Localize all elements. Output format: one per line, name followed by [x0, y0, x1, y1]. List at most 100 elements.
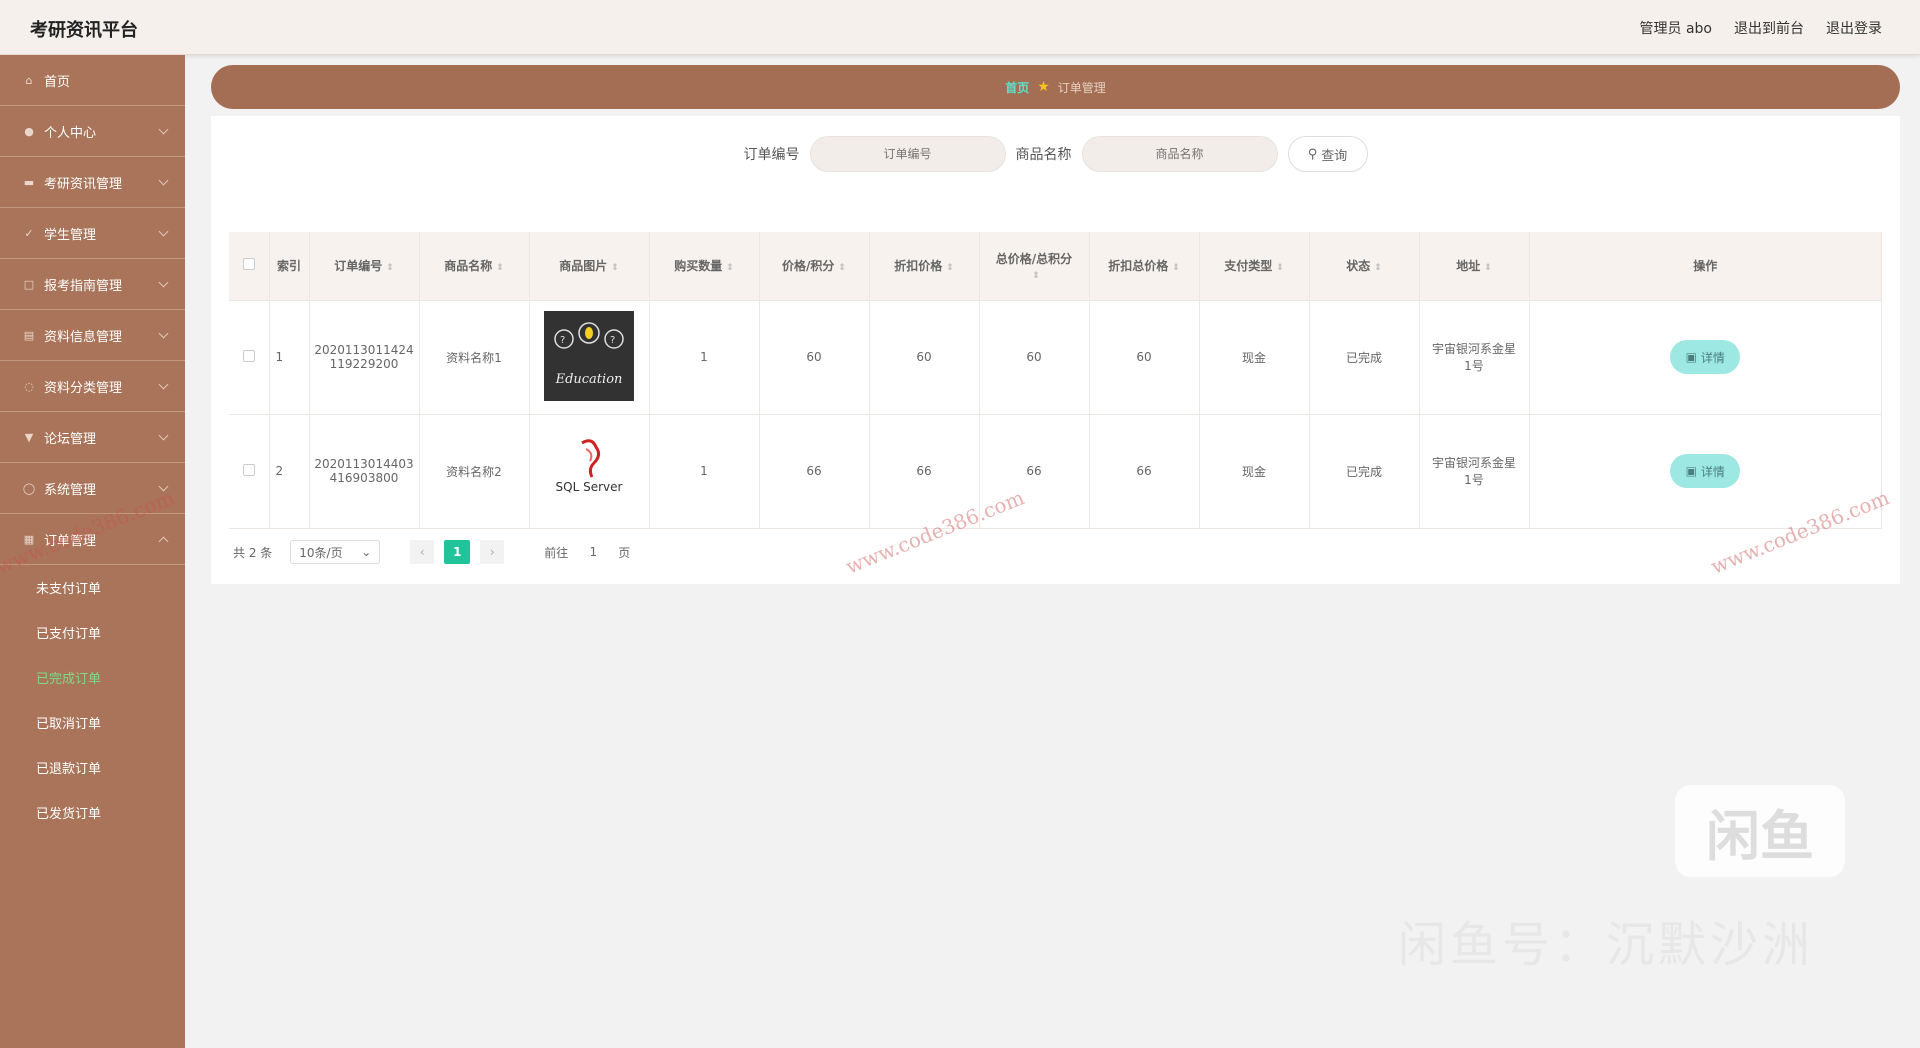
sidebar-item-label: 资料分类管理 — [44, 380, 123, 396]
col-status[interactable]: 状态 ⇕ — [1309, 232, 1420, 301]
col-index: 索引 — [269, 232, 310, 301]
breadcrumb-home[interactable]: 首页 — [1005, 79, 1029, 96]
row-qty: 1 — [649, 300, 760, 415]
sort-icon: ⇕ — [1172, 263, 1180, 274]
sqlserver-image[interactable]: SQL Server — [544, 424, 634, 515]
col-address[interactable]: 地址 ⇕ — [1419, 232, 1530, 301]
chevron-down-icon — [158, 379, 169, 390]
col-qty[interactable]: 购买数量 ⇕ — [649, 232, 760, 301]
row-index: 2 — [269, 414, 310, 529]
col-order-no[interactable]: 订单编号 ⇕ — [309, 232, 420, 301]
detail-button[interactable]: ▣ 详情 — [1670, 454, 1741, 488]
news-icon: ▬ — [23, 175, 35, 189]
logout-link[interactable]: 退出登录 — [1826, 18, 1882, 38]
row-price: 66 — [759, 414, 870, 529]
page-number-current[interactable]: 1 — [444, 540, 471, 564]
sidebar-item-label: 首页 — [44, 74, 71, 90]
chevron-down-icon — [158, 175, 169, 186]
order-no-label: 订单编号 — [743, 147, 800, 163]
svg-text:?: ? — [610, 335, 615, 346]
xianyu-watermark-text: 闲鱼号：沉默沙洲 — [1398, 917, 1815, 973]
page-size-select[interactable]: 10条/页 ⌄ — [290, 540, 381, 564]
row-goods-image[interactable]: ? ? Education — [529, 300, 650, 415]
front-link[interactable]: 退出到前台 — [1734, 18, 1804, 38]
sidebar-item-news[interactable]: ▬ 考研资讯管理 — [0, 157, 185, 208]
table-row: 1 2020113011424 119229200 资料名称1 ? ? Educa… — [229, 300, 1882, 415]
category-icon: ◌ — [24, 379, 34, 393]
sidebar-item-label: 资料信息管理 — [44, 329, 123, 345]
svg-text:SQL Server: SQL Server — [556, 480, 623, 494]
main-panel: 订单编号 商品名称 ⚲ 查询 索引 订单编号⇕ 商品名称⇕ 商品图片⇕ 购买数量… — [211, 116, 1900, 584]
row-status: 已完成 — [1309, 414, 1420, 529]
student-icon: ✓ — [24, 226, 34, 240]
row-address: 宇宙银河系金星 1号 — [1419, 414, 1530, 529]
submenu-unpaid-orders[interactable]: 未支付订单 — [0, 565, 185, 610]
sidebar-item-material-category[interactable]: ◌ 资料分类管理 — [0, 361, 185, 412]
sidebar-item-orders[interactable]: ▦ 订单管理 — [0, 514, 185, 565]
next-page-button[interactable]: › — [480, 540, 505, 564]
row-status: 已完成 — [1309, 300, 1420, 415]
col-price[interactable]: 价格/积分 ⇕ — [759, 232, 870, 301]
detail-button[interactable]: ▣ 详情 — [1670, 340, 1741, 374]
chevron-down-icon: ⌄ — [361, 545, 372, 559]
sidebar-item-label: 论坛管理 — [44, 431, 97, 447]
sidebar: ⌂ 首页 ● 个人中心 ▬ 考研资讯管理 ✓ 学生管理 □ 报考指南管理 ▤ 资… — [0, 55, 185, 1048]
sidebar-item-guide[interactable]: □ 报考指南管理 — [0, 259, 185, 310]
submenu-cancelled-orders[interactable]: 已取消订单 — [0, 700, 185, 745]
select-all-cell — [229, 232, 270, 301]
submenu-completed-orders[interactable]: 已完成订单 — [0, 655, 185, 700]
row-checkbox[interactable] — [242, 463, 255, 476]
pagination: 共 2 条 10条/页 ⌄ ‹ 1 › 前往 1 页 — [233, 540, 630, 564]
goto-page-input[interactable]: 1 — [578, 540, 608, 564]
total-count: 共 2 条 — [233, 545, 273, 560]
top-actions: 管理员 abo 退出到前台 退出登录 — [1640, 18, 1882, 38]
submenu-paid-orders[interactable]: 已支付订单 — [0, 610, 185, 655]
sidebar-item-students[interactable]: ✓ 学生管理 — [0, 208, 185, 259]
document-icon: ▣ — [1685, 464, 1697, 478]
search-row: 订单编号 商品名称 ⚲ 查询 — [211, 136, 1900, 172]
prev-page-button[interactable]: ‹ — [410, 540, 435, 564]
row-order-no: 2020113014403 416903800 — [309, 414, 420, 529]
order-no-input[interactable] — [809, 136, 1006, 172]
select-all-checkbox[interactable] — [242, 258, 255, 271]
sidebar-item-system[interactable]: ◯ 系统管理 — [0, 463, 185, 514]
submenu-shipped-orders[interactable]: 已发货订单 — [0, 790, 185, 835]
col-total[interactable]: 总价格/总积分 ⇕ — [979, 232, 1090, 301]
goods-name-input[interactable] — [1081, 136, 1278, 172]
user-icon: ● — [24, 124, 34, 138]
row-checkbox[interactable] — [242, 349, 255, 362]
xianyu-logo: 闲鱼 — [1675, 785, 1845, 877]
row-goods-image[interactable]: SQL Server — [529, 414, 650, 529]
chevron-down-icon — [158, 328, 169, 339]
chevron-up-icon — [158, 536, 169, 547]
sidebar-item-label: 个人中心 — [44, 125, 97, 141]
sidebar-item-profile[interactable]: ● 个人中心 — [0, 106, 185, 157]
table-header-row: 索引 订单编号 ⇕ 商品名称 ⇕ 商品图片 ⇕ 购买数量 ⇕ 价格/积分 ⇕ 折扣价格 ⇕ … — [229, 232, 1882, 301]
row-discount: 60 — [869, 300, 980, 415]
system-icon: ◯ — [22, 481, 36, 495]
sidebar-item-home[interactable]: ⌂ 首页 — [0, 55, 185, 106]
education-image[interactable]: ? ? Education — [544, 310, 634, 401]
document-icon: ▣ — [1685, 350, 1697, 364]
row-goods-name: 资料名称1 — [419, 300, 530, 415]
sort-icon: ⇕ — [1484, 263, 1492, 274]
sidebar-item-label: 订单管理 — [44, 533, 97, 549]
svg-text:?: ? — [560, 335, 565, 346]
col-discount-total[interactable]: 折扣总价格 ⇕ — [1089, 232, 1200, 301]
table-row: 2 2020113014403 416903800 资料名称2 SQL Serve… — [229, 414, 1882, 529]
row-actions: ▣ 详情 — [1529, 414, 1882, 529]
goods-name-label: 商品名称 — [1015, 147, 1072, 163]
row-pay-type: 现金 — [1199, 300, 1310, 415]
chevron-down-icon — [158, 124, 169, 135]
sort-icon: ⇕ — [611, 263, 619, 274]
search-button[interactable]: ⚲ 查询 — [1287, 136, 1368, 172]
col-discount[interactable]: 折扣价格 ⇕ — [869, 232, 980, 301]
sidebar-item-label: 报考指南管理 — [44, 278, 123, 294]
sidebar-item-material-info[interactable]: ▤ 资料信息管理 — [0, 310, 185, 361]
col-pay-type[interactable]: 支付类型 ⇕ — [1199, 232, 1310, 301]
col-goods-image[interactable]: 商品图片 ⇕ — [529, 232, 650, 301]
sidebar-item-forum[interactable]: ▼ 论坛管理 — [0, 412, 185, 463]
submenu-refunded-orders[interactable]: 已退款订单 — [0, 745, 185, 790]
col-goods-name[interactable]: 商品名称 ⇕ — [419, 232, 530, 301]
chevron-down-icon — [158, 277, 169, 288]
